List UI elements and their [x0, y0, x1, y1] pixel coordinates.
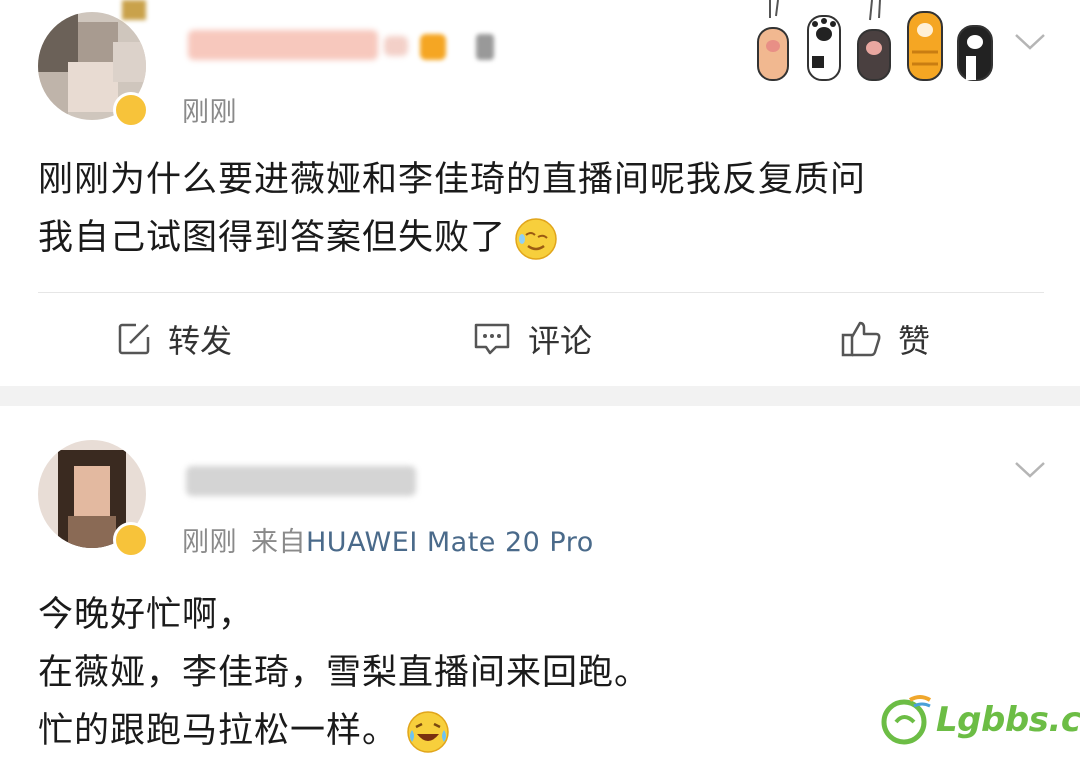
- vip-badge-icon: [113, 92, 149, 128]
- repost-icon: [118, 323, 150, 355]
- post-text-line: 忙的跟跑马拉松一样。: [38, 711, 399, 751]
- cat-paws-card-decoration-icon: [757, 0, 993, 81]
- weibo-post-1: 刚刚 刚刚为什么要进薇娅和李佳琦的直播间呢我反复质问 我自己试图得到答案但失败了…: [0, 0, 1080, 386]
- repost-button[interactable]: 转发: [116, 318, 232, 360]
- actions-divider: [38, 292, 1044, 293]
- chevron-down-icon[interactable]: [1010, 454, 1050, 484]
- feed-separator: [0, 386, 1080, 406]
- level-badge-icon: [420, 34, 446, 60]
- post-text-line: 我自己试图得到答案但失败了: [38, 218, 507, 258]
- post-meta: 刚刚 来自HUAWEI Mate 20 Pro: [182, 520, 594, 559]
- post-text-line: 在薇娅，李佳琦，雪梨直播间来回跑。: [38, 653, 651, 693]
- comment-label: 评论: [528, 322, 593, 360]
- username-blurred-tail: [384, 36, 408, 56]
- comment-button[interactable]: 评论: [472, 318, 592, 360]
- post-text-line: 刚刚为什么要进薇娅和李佳琦的直播间呢我反复质问: [38, 160, 867, 200]
- sweat-smile-emoji-icon: [515, 218, 557, 260]
- post-text-line: 今晚好忙啊，: [38, 595, 255, 635]
- post-text-line-with-emoji: 我自己试图得到答案但失败了: [38, 209, 866, 267]
- watermark-text: Lgbbs.cn: [936, 700, 1080, 740]
- like-label: 赞: [898, 322, 931, 360]
- thumbs-up-icon: [841, 321, 881, 357]
- like-button[interactable]: 赞: [840, 318, 930, 360]
- username-blurred[interactable]: [186, 466, 416, 496]
- watermark-logo-icon: [881, 695, 932, 745]
- post-time: 刚刚: [182, 97, 237, 128]
- member-badge-icon: [476, 34, 494, 60]
- post-text-line-with-emoji: 忙的跟跑马拉松一样。: [38, 702, 650, 760]
- source-prefix: 来自: [251, 527, 306, 558]
- repost-label: 转发: [168, 322, 233, 360]
- username-blurred[interactable]: [188, 30, 378, 60]
- site-watermark: Lgbbs.cn: [880, 690, 1080, 750]
- avatar-pendant-icon: [122, 0, 146, 20]
- laugh-cry-emoji-icon: [407, 711, 449, 753]
- post-source-link[interactable]: HUAWEI Mate 20 Pro: [306, 527, 594, 558]
- post-content: 刚刚为什么要进薇娅和李佳琦的直播间呢我反复质问 我自己试图得到答案但失败了: [38, 151, 866, 267]
- chevron-down-icon[interactable]: [1010, 26, 1050, 56]
- post-content: 今晚好忙啊， 在薇娅，李佳琦，雪梨直播间来回跑。 忙的跟跑马拉松一样。: [38, 586, 650, 760]
- post-time: 刚刚: [182, 527, 237, 558]
- comment-icon: [474, 323, 510, 355]
- vip-badge-icon: [113, 522, 149, 558]
